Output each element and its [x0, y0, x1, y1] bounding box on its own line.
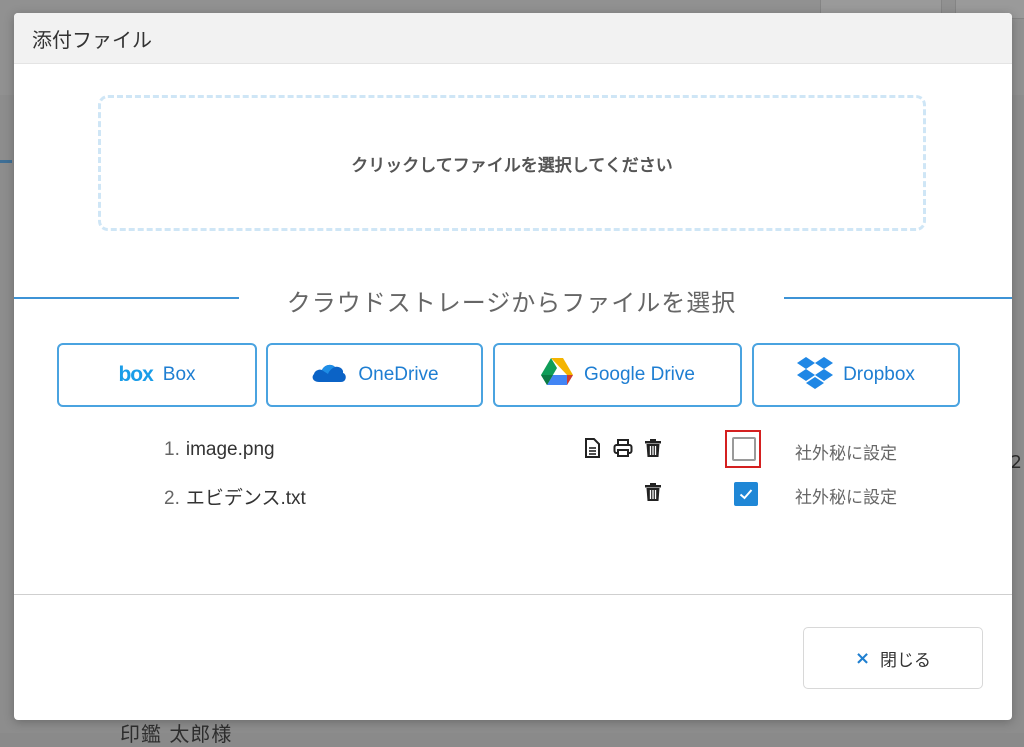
file-index: 2. — [164, 488, 180, 509]
google-drive-icon — [540, 357, 574, 393]
footer-divider — [14, 594, 1012, 595]
close-button[interactable]: × 閉じる — [803, 627, 983, 689]
checkmark-icon — [739, 489, 753, 500]
file-name-text: image.png — [185, 439, 275, 460]
file-name: 1. image.png — [164, 439, 275, 461]
confidential-checkbox[interactable] — [734, 482, 758, 506]
box-button[interactable]: box Box — [57, 343, 257, 407]
file-list-item: 1. image.png 社外秘に設定 — [14, 430, 1012, 468]
google-drive-button[interactable]: Google Drive — [493, 343, 742, 407]
onedrive-button-label: OneDrive — [358, 364, 439, 385]
onedrive-button[interactable]: OneDrive — [266, 343, 483, 407]
confidential-label: 社外秘に設定 — [795, 488, 897, 508]
onedrive-cloud-icon — [310, 360, 348, 390]
background-text: 2 — [1010, 452, 1022, 473]
dropbox-button-label: Dropbox — [843, 364, 915, 385]
google-drive-button-label: Google Drive — [584, 364, 695, 385]
dialog-header: 添付ファイル — [14, 13, 1012, 64]
dialog-title: 添付ファイル — [32, 28, 152, 52]
divider-line — [784, 297, 1012, 299]
close-icon: × — [854, 647, 871, 669]
close-button-label: 閉じる — [880, 650, 932, 671]
box-logo-icon: box — [118, 363, 153, 386]
file-dropzone[interactable]: クリックしてファイルを選択してください — [98, 95, 926, 231]
dropbox-icon — [797, 355, 834, 395]
confidential-checkbox[interactable] — [732, 437, 756, 461]
file-name: 2. エビデンス.txt — [164, 483, 306, 510]
box-button-label: Box — [162, 364, 196, 385]
divider-line — [14, 297, 239, 299]
cloud-section-label: クラウドストレージからファイルを選択 — [286, 289, 737, 317]
file-name-text: エビデンス.txt — [185, 488, 306, 509]
background-accent-line — [0, 160, 12, 163]
attachment-dialog: 添付ファイル クリックしてファイルを選択してください クラウドストレージからファ… — [14, 13, 1012, 720]
dropbox-button[interactable]: Dropbox — [752, 343, 960, 407]
trash-icon[interactable] — [644, 482, 664, 504]
confidential-label: 社外秘に設定 — [795, 444, 897, 464]
file-index: 1. — [164, 439, 180, 460]
print-icon[interactable] — [613, 438, 633, 460]
cloud-section-divider: クラウドストレージからファイルを選択 — [14, 283, 1012, 317]
trash-icon[interactable] — [644, 438, 664, 460]
dropzone-label: クリックしてファイルを選択してください — [351, 155, 673, 176]
file-list-item: 2. エビデンス.txt 社外秘に設定 — [14, 479, 1012, 509]
preview-icon[interactable] — [584, 438, 604, 460]
